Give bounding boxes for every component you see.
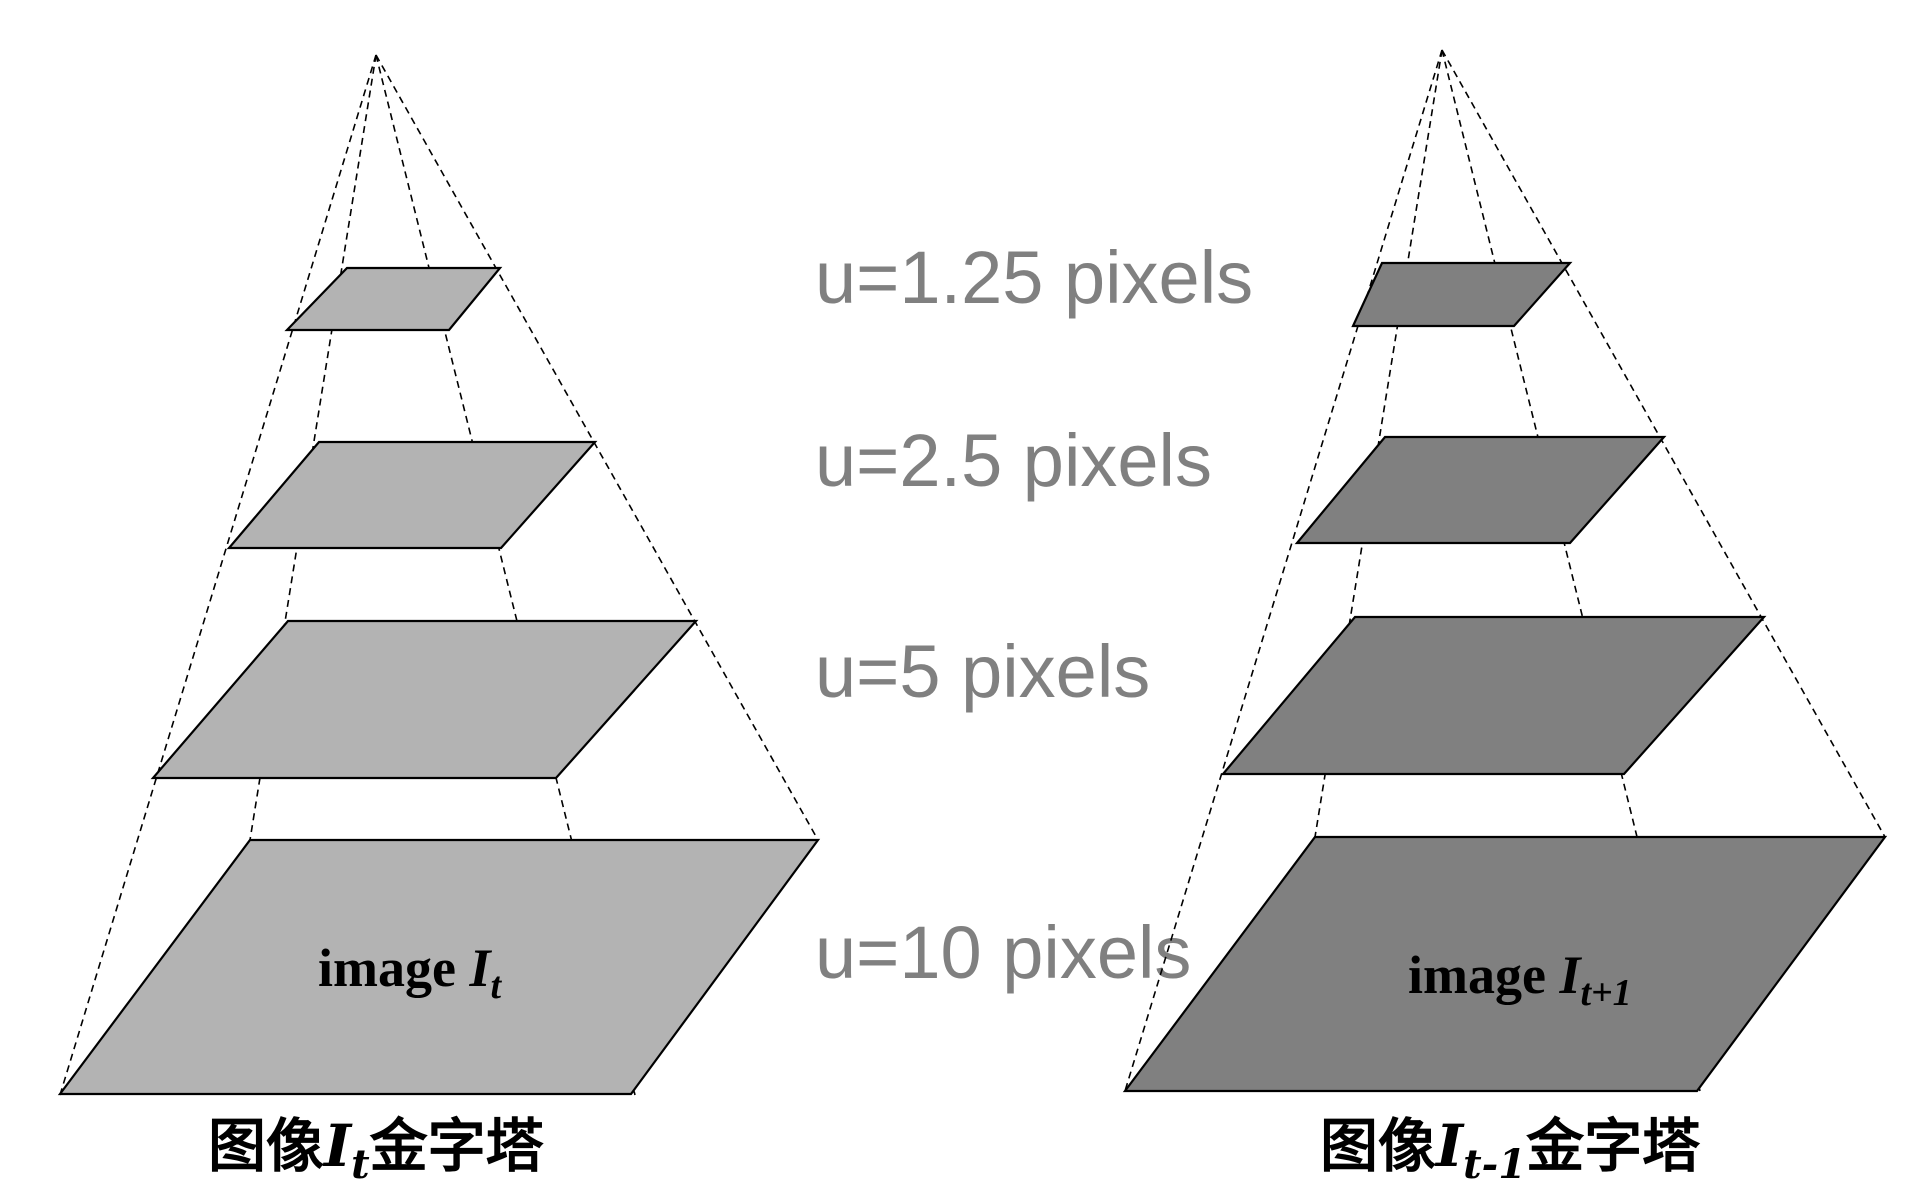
left-plane-level-1 bbox=[284, 266, 503, 332]
right-caption: 图像It-1金字塔 bbox=[1320, 1112, 1701, 1188]
left-caption-symbol: I bbox=[322, 1112, 353, 1180]
level-label-1: u=1.25 pixels bbox=[815, 236, 1253, 319]
level-label-2: u=2.5 pixels bbox=[815, 419, 1212, 502]
right-image-label-subscript: t+1 bbox=[1580, 972, 1631, 1014]
pyramid-diagram: image It 图像It金字塔 u=1.25 pixels u=2.5 pix… bbox=[57, 49, 1888, 1188]
right-plane-level-3 bbox=[1220, 615, 1767, 776]
right-image-label-prefix: image bbox=[1408, 945, 1559, 1005]
left-pyramid: image It 图像It金字塔 bbox=[57, 54, 821, 1188]
level-label-3: u=5 pixels bbox=[815, 630, 1150, 713]
right-plane-level-1 bbox=[1351, 261, 1573, 328]
right-caption-suffix: 金字塔 bbox=[1526, 1112, 1701, 1180]
right-caption-prefix: 图像 bbox=[1320, 1112, 1436, 1180]
right-caption-subscript: t-1 bbox=[1463, 1141, 1526, 1188]
left-plane-level-2 bbox=[226, 440, 598, 550]
right-pyramid: image It+1 图像It-1金字塔 bbox=[1122, 49, 1888, 1188]
left-plane-level-3 bbox=[150, 619, 699, 780]
left-caption-subscript: t bbox=[351, 1141, 370, 1188]
right-plane-level-2 bbox=[1294, 435, 1667, 545]
left-image-label-prefix: image bbox=[318, 938, 469, 998]
right-caption-symbol: I bbox=[1434, 1112, 1465, 1180]
right-image-label-symbol: I bbox=[1558, 945, 1582, 1005]
left-caption-suffix: 金字塔 bbox=[370, 1112, 545, 1180]
level-label-4: u=10 pixels bbox=[815, 911, 1191, 994]
left-caption: 图像It金字塔 bbox=[208, 1112, 545, 1188]
left-image-label-subscript: t bbox=[490, 965, 502, 1007]
left-image-label: image It bbox=[318, 938, 502, 1007]
left-caption-prefix: 图像 bbox=[208, 1112, 324, 1180]
left-image-label-symbol: I bbox=[468, 938, 492, 998]
level-labels: u=1.25 pixels u=2.5 pixels u=5 pixels u=… bbox=[815, 236, 1253, 994]
